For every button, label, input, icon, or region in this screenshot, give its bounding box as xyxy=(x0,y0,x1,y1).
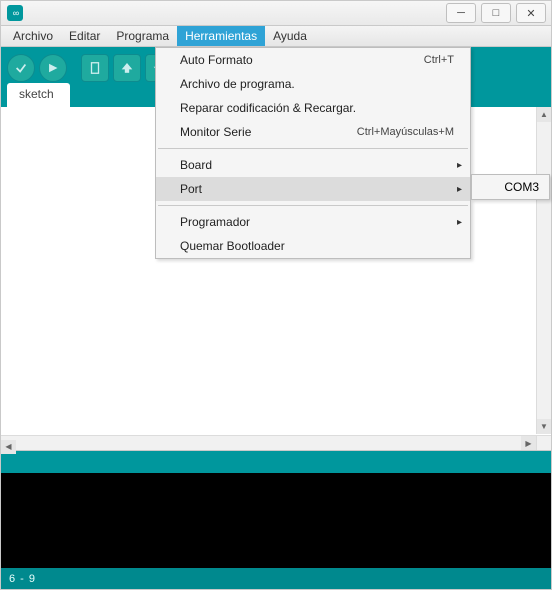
scroll-right-icon[interactable]: ▶ xyxy=(521,436,536,450)
menuitem-autoformat[interactable]: Auto Formato Ctrl+T xyxy=(156,48,470,72)
menuitem-archive[interactable]: Archivo de programa. xyxy=(156,72,470,96)
scroll-up-icon[interactable]: ▲ xyxy=(537,107,551,122)
submenu-arrow-icon: ▸ xyxy=(457,184,462,195)
menuitem-board[interactable]: Board ▸ xyxy=(156,153,470,177)
menu-bar: Archivo Editar Programa Herramientas Ayu… xyxy=(0,26,552,47)
menu-sketch[interactable]: Programa xyxy=(108,26,177,46)
menu-help[interactable]: Ayuda xyxy=(265,26,315,46)
submenu-arrow-icon: ▸ xyxy=(457,160,462,171)
scroll-corner xyxy=(536,435,551,450)
menuitem-label: Quemar Bootloader xyxy=(180,239,454,253)
horizontal-scrollbar[interactable]: ◀ ▶ xyxy=(1,435,536,450)
port-submenu: COM3 xyxy=(471,174,550,200)
menuitem-label: Auto Formato xyxy=(180,53,424,67)
menuitem-programmer[interactable]: Programador ▸ xyxy=(156,210,470,234)
menuitem-port[interactable]: Port ▸ xyxy=(156,177,470,201)
scroll-left-icon[interactable]: ◀ xyxy=(1,440,16,454)
menuitem-shortcut: Ctrl+T xyxy=(424,54,454,66)
verify-button[interactable] xyxy=(7,54,35,82)
menuitem-label: Board xyxy=(180,158,454,172)
menuitem-label: Reparar codificación & Recargar. xyxy=(180,101,454,115)
tools-dropdown: Auto Formato Ctrl+T Archivo de programa.… xyxy=(155,47,471,259)
menu-separator xyxy=(158,148,468,149)
menuitem-fixencoding[interactable]: Reparar codificación & Recargar. xyxy=(156,96,470,120)
console-header xyxy=(0,451,552,473)
menuitem-label: Port xyxy=(180,182,454,196)
menu-separator xyxy=(158,205,468,206)
menuitem-label: Programador xyxy=(180,215,454,229)
scroll-down-icon[interactable]: ▼ xyxy=(537,419,551,434)
status-bar: 6 - 9 xyxy=(0,568,552,590)
arduino-app-icon: ∞ xyxy=(7,5,23,21)
maximize-button[interactable]: □ xyxy=(481,3,511,23)
menuitem-shortcut: Ctrl+Mayúsculas+M xyxy=(357,126,454,138)
new-button[interactable] xyxy=(81,54,109,82)
menuitem-serialmonitor[interactable]: Monitor Serie Ctrl+Mayúsculas+M xyxy=(156,120,470,144)
menuitem-label: Archivo de programa. xyxy=(180,77,454,91)
cursor-position: 6 - 9 xyxy=(9,573,36,585)
submenu-arrow-icon: ▸ xyxy=(457,217,462,228)
open-button[interactable] xyxy=(113,54,141,82)
console-output xyxy=(0,473,552,568)
close-button[interactable]: ✕ xyxy=(516,3,546,23)
tab-sketch[interactable]: sketch xyxy=(7,83,70,107)
upload-button[interactable] xyxy=(39,54,67,82)
menu-edit[interactable]: Editar xyxy=(61,26,108,46)
menu-tools[interactable]: Herramientas xyxy=(177,26,265,46)
vertical-scrollbar[interactable]: ▲ ▼ xyxy=(536,107,551,434)
window-controls: ─ □ ✕ xyxy=(446,3,551,23)
menuitem-com3[interactable]: COM3 xyxy=(472,175,549,199)
title-bar: ∞ ─ □ ✕ xyxy=(0,0,552,26)
minimize-button[interactable]: ─ xyxy=(446,3,476,23)
menu-file[interactable]: Archivo xyxy=(5,26,61,46)
menuitem-label: Monitor Serie xyxy=(180,125,357,139)
menuitem-burn[interactable]: Quemar Bootloader xyxy=(156,234,470,258)
menuitem-label: COM3 xyxy=(504,180,539,194)
